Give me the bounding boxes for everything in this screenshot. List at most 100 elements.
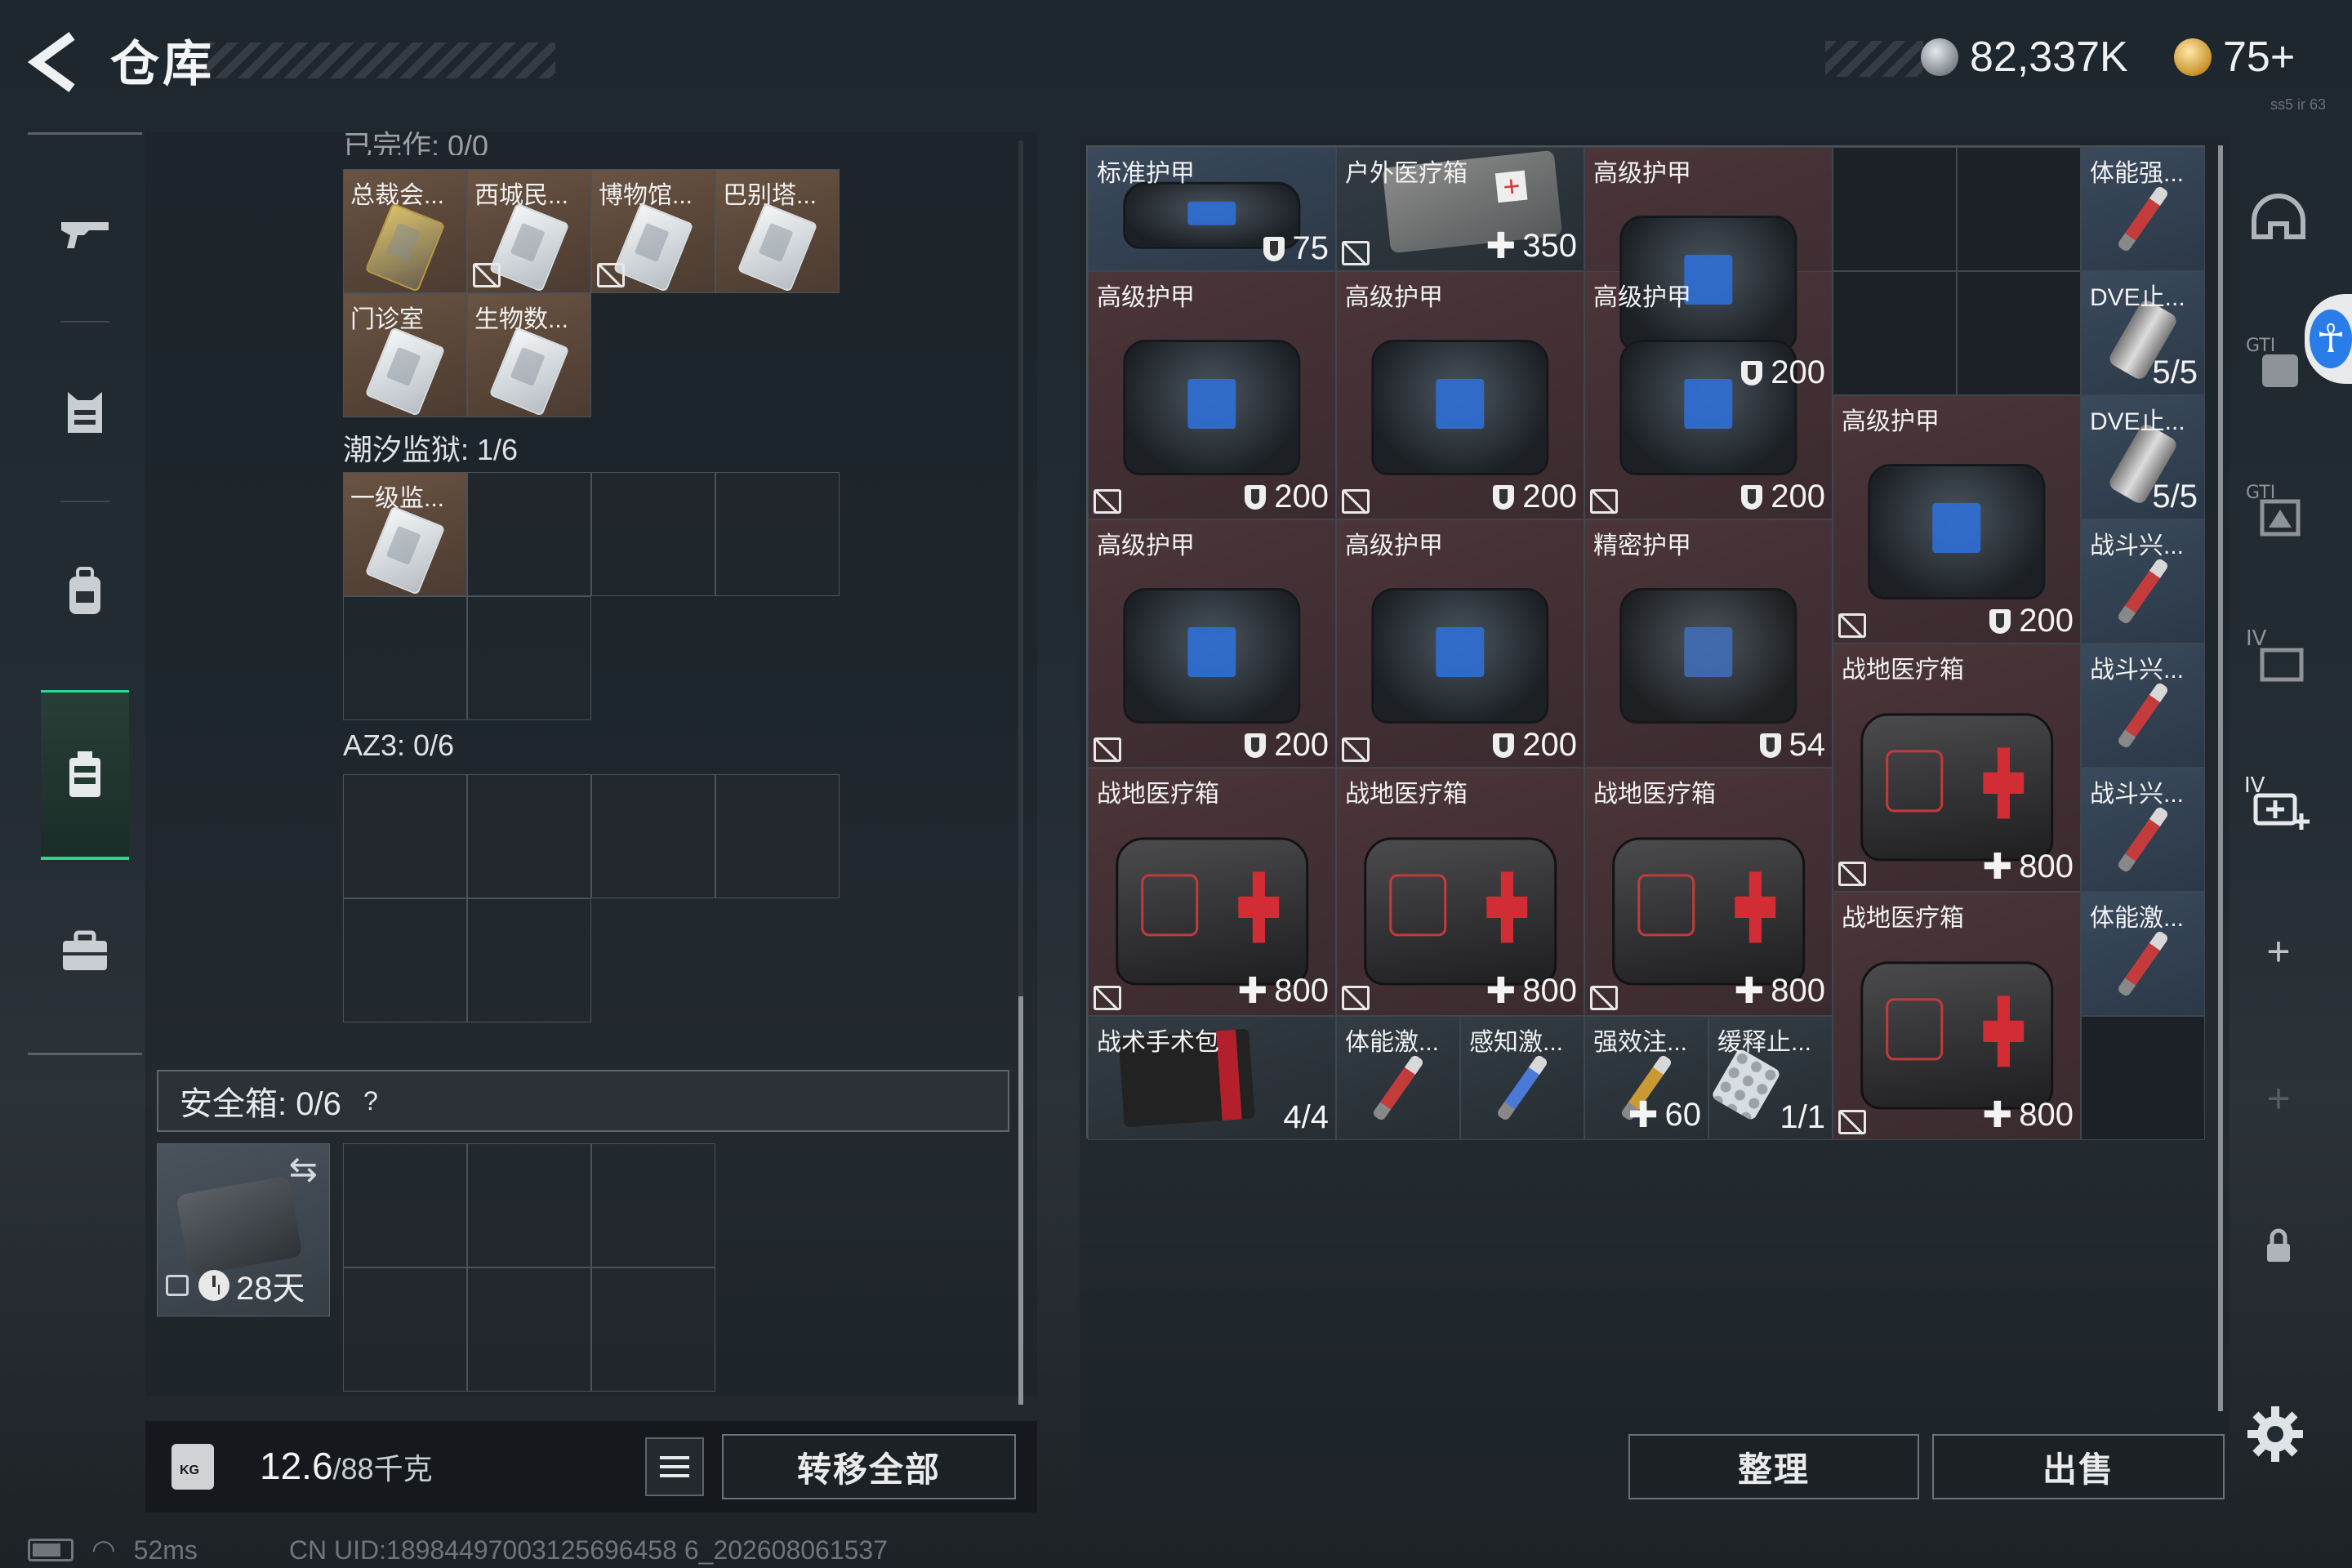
empty-slot[interactable] [1833, 147, 1957, 271]
item-name: 高级护甲 [1593, 160, 1691, 187]
inventory-item[interactable]: DVE止... 5/5 [2081, 395, 2205, 519]
help-icon[interactable]: ? [353, 1083, 389, 1119]
inventory-item[interactable]: 标准护甲 75 [1088, 147, 1336, 271]
keycard-slot[interactable]: 门诊室 [343, 293, 467, 417]
no-insurance-icon [1094, 489, 1121, 514]
inventory-item[interactable]: 战地医疗箱 ✚ 800 [1336, 768, 1584, 1016]
inventory-item[interactable]: 高级护甲 200 [1088, 271, 1336, 519]
triangle-token-icon [2174, 38, 2212, 76]
inventory-item[interactable]: 战地医疗箱 ✚ 800 [1088, 768, 1336, 1016]
armor-vest-image [1371, 340, 1549, 476]
plus-icon[interactable]: + [2238, 911, 2319, 992]
no-insurance-icon [1838, 1110, 1866, 1134]
item-name: 高级护甲 [1842, 408, 1940, 435]
empty-slot[interactable] [591, 472, 715, 596]
item-name: 战地医疗箱 [1593, 781, 1716, 808]
nav-rig[interactable] [41, 690, 129, 860]
empty-slot[interactable] [1957, 271, 2081, 395]
coin-balance[interactable]: 82,337K [1921, 33, 2128, 82]
plus-icon[interactable]: + [2238, 1058, 2319, 1139]
inventory-item[interactable]: 体能强... [2081, 147, 2205, 271]
safe-box-empty-slot[interactable] [591, 1267, 715, 1392]
heal-plus-icon: ✚ [1486, 971, 1517, 1011]
field-medkit-image [1860, 713, 2053, 862]
heal-plus-icon: ✚ [1982, 847, 2013, 887]
safe-box-empty-slot[interactable] [591, 1143, 715, 1267]
item-value-text: 5/5 [2152, 479, 2198, 514]
inventory-item[interactable]: 战斗兴... [2081, 519, 2205, 644]
inventory-item[interactable]: 战斗兴... [2081, 768, 2205, 892]
inventory-item[interactable]: 战术手术包 4/4 [1088, 1016, 1336, 1140]
item-value: ✚ 800 [1486, 970, 1577, 1012]
nav-weapon[interactable] [28, 151, 142, 314]
safe-box-item[interactable]: ⇆ 28天 [157, 1143, 330, 1316]
sell-button[interactable]: 出售 [1932, 1434, 2225, 1499]
inventory-item[interactable]: 体能激... [2081, 892, 2205, 1016]
empty-slot[interactable] [467, 596, 591, 720]
gear-icon[interactable] [2246, 1405, 2305, 1463]
safe-box-empty-slot[interactable] [343, 1267, 467, 1392]
sort-button[interactable]: 整理 [1628, 1434, 1919, 1499]
transfer-all-button[interactable]: 转移全部 [722, 1434, 1016, 1499]
inventory-item[interactable]: 体能激... [1336, 1016, 1460, 1140]
nav-case[interactable] [28, 870, 142, 1033]
inventory-item[interactable]: 感知激... [1460, 1016, 1584, 1140]
inventory-item[interactable]: 缓释止... 1/1 [1708, 1016, 1833, 1140]
token-balance[interactable]: 75+ [2174, 33, 2295, 82]
inventory-item[interactable]: 战地医疗箱 ✚ 800 [1833, 892, 2081, 1140]
padlock-icon[interactable] [2238, 1205, 2319, 1286]
empty-slot[interactable] [715, 472, 840, 596]
inventory-item[interactable]: 高级护甲 200 [1336, 519, 1584, 768]
empty-slot[interactable] [467, 472, 591, 596]
empty-slot[interactable] [1957, 147, 2081, 271]
nav-armor[interactable] [28, 331, 142, 494]
warehouse-scrollbar[interactable] [2218, 145, 2223, 1411]
keycard-slot[interactable]: 一级监... [343, 472, 467, 596]
helmet-slot-icon[interactable] [2238, 180, 2319, 261]
gti-rig-icon[interactable]: GTI [2238, 466, 2319, 547]
inventory-item[interactable]: 精密护甲 54 [1584, 519, 1833, 768]
item-value-text: 800 [1771, 973, 1825, 1009]
swap-arrows-icon[interactable]: ⇆ [289, 1149, 318, 1189]
keycard-slot[interactable]: 巴别塔... [715, 169, 840, 293]
inventory-item[interactable]: 强效注... ✚ 60 [1584, 1016, 1708, 1140]
keycard-slot[interactable]: 生物数... [467, 293, 591, 417]
inventory-item[interactable]: 高级护甲 200 [1336, 271, 1584, 519]
nav-backpack[interactable] [28, 510, 142, 674]
keycard-slot[interactable]: 西城民... [467, 169, 591, 293]
list-view-button[interactable] [645, 1437, 704, 1496]
iv-folder-icon[interactable]: IV [2238, 612, 2319, 694]
item-name: 感知激... [1469, 1029, 1564, 1056]
safe-box-empty-slot[interactable] [467, 1267, 591, 1392]
page-title: 仓库 [110, 37, 215, 91]
empty-slot[interactable] [2081, 1016, 2205, 1140]
armor-vest-image [1868, 464, 2046, 600]
inventory-item[interactable]: 高级护甲 200 [1833, 395, 2081, 644]
inventory-item[interactable]: DVE止... 5/5 [2081, 271, 2205, 395]
empty-slot[interactable] [591, 774, 715, 898]
item-value: ✚ 800 [1982, 1094, 2074, 1136]
inventory-item[interactable]: 高级护甲 200 [1088, 519, 1336, 768]
user-uid: CN UID:18984497003125696458 6_2026080615… [288, 1535, 889, 1565]
empty-slot[interactable] [343, 774, 467, 898]
left-scroll-thumb[interactable] [1018, 996, 1023, 1405]
empty-slot[interactable] [1833, 271, 1957, 395]
empty-slot[interactable] [467, 898, 591, 1022]
keycard-slot[interactable]: 总裁会... [343, 169, 467, 293]
safe-box-empty-slot[interactable] [343, 1143, 467, 1267]
empty-slot[interactable] [343, 596, 467, 720]
keycard-slot[interactable]: 博物馆... [591, 169, 715, 293]
kg-weight-icon [172, 1444, 214, 1490]
inventory-item[interactable]: 战地医疗箱 ✚ 800 [1584, 768, 1833, 1016]
inventory-item[interactable]: 战斗兴... [2081, 644, 2205, 768]
empty-slot[interactable] [467, 774, 591, 898]
warehouse-grid: 标准护甲75户外医疗箱✚350高级护甲200体能强...DVE止...5/5高级… [1086, 145, 2205, 1140]
back-arrow-icon[interactable] [24, 29, 82, 95]
empty-slot[interactable] [715, 774, 840, 898]
empty-slot[interactable] [343, 898, 467, 1022]
inventory-item[interactable]: 户外医疗箱 ✚350 [1336, 147, 1584, 271]
safe-box-empty-slot[interactable] [467, 1143, 591, 1267]
iv-medkit-add-icon[interactable]: IV [2238, 760, 2319, 841]
item-value-text: 800 [1522, 973, 1577, 1009]
inventory-item[interactable]: 战地医疗箱 ✚ 800 [1833, 644, 2081, 892]
